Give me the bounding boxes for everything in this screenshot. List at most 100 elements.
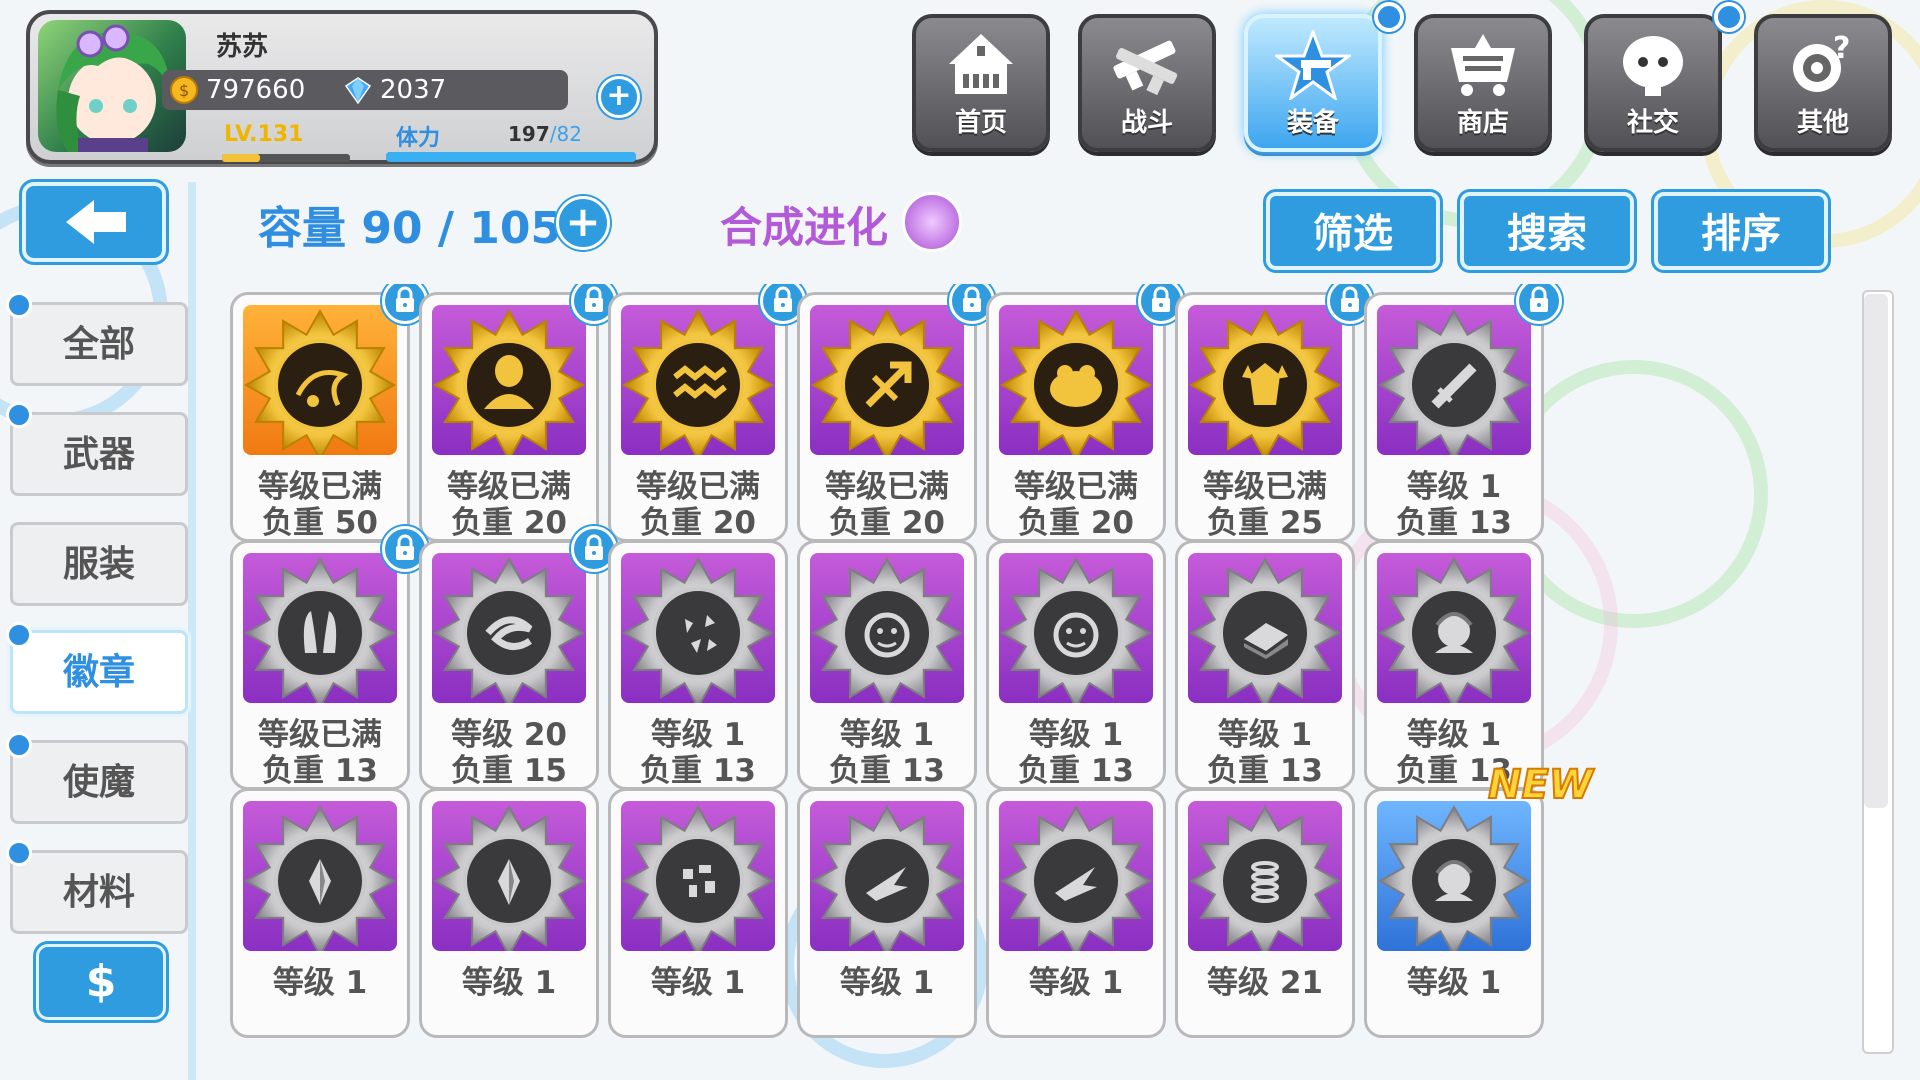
currency-shop-button[interactable]: $ (36, 944, 166, 1020)
grid-scroll-thumb[interactable] (1864, 294, 1888, 808)
badge-card[interactable]: 等级 1 (986, 788, 1166, 1038)
sidebar-notification-dot (6, 732, 32, 758)
badge-emblem-icon (621, 305, 775, 455)
badge-card[interactable]: 等级已满 负重 20 (419, 292, 599, 542)
badge-card[interactable]: 等级 1 负重 13 (797, 540, 977, 790)
sidebar-item-label: 材料 (62, 872, 135, 913)
badge-card[interactable]: 等级 1 (1364, 788, 1544, 1038)
sidebar-item-familiars[interactable]: 使魔 (10, 740, 188, 824)
sidebar-item-weapons[interactable]: 武器 (10, 412, 188, 496)
gem-counter: 2037 (336, 70, 568, 110)
sidebar-item-all[interactable]: 全部 (10, 302, 188, 386)
gem-value: 2037 (380, 75, 447, 105)
nav-equipment-button[interactable]: 装备 (1244, 14, 1382, 152)
badge-grid: 等级已满 负重 50 等级已满 负重 20 等级已满 负重 20 等级已满 负重… (200, 284, 1860, 1080)
badge-card[interactable]: 等级 21 (1175, 788, 1355, 1038)
nav-home-label: 首页 (954, 108, 1007, 138)
badge-card[interactable]: 等级 1 负重 13 (1175, 540, 1355, 790)
star-gun-icon (1272, 27, 1354, 102)
ghost-face-icon (1623, 36, 1683, 96)
badge-emblem-icon (1377, 553, 1531, 703)
badge-card[interactable]: 等级已满 负重 13 (230, 540, 410, 790)
stamina-value: 197/82 (508, 122, 582, 146)
badge-emblem-icon (432, 305, 586, 455)
stamina-label: 体力 (396, 126, 441, 151)
nav-equipment-label: 装备 (1286, 108, 1339, 138)
new-tag: NEW (1487, 761, 1594, 809)
back-button[interactable] (22, 182, 166, 262)
stamina-current: 197 (508, 122, 550, 146)
synthesis-swirl-icon[interactable] (902, 192, 962, 252)
expand-capacity-button[interactable]: + (556, 196, 610, 250)
badge-emblem-icon (243, 553, 397, 703)
badge-card[interactable]: 等级 1 (419, 788, 599, 1038)
nav-shop-button[interactable]: 商店 (1414, 14, 1552, 152)
badge-emblem-icon (243, 305, 397, 455)
nav-battle-label: 战斗 (1120, 108, 1173, 138)
badge-emblem-icon (1188, 553, 1342, 703)
social-notification-dot (1714, 2, 1744, 32)
badge-emblem-icon (1377, 305, 1531, 455)
badge-card[interactable]: 等级 1 (797, 788, 977, 1038)
back-arrow-icon (66, 200, 126, 244)
sort-button[interactable]: 排序 (1654, 192, 1828, 270)
badge-card[interactable]: 等级 20 负重 15 (419, 540, 599, 790)
nav-battle-button[interactable]: 战斗 (1078, 14, 1216, 152)
filter-button[interactable]: 筛选 (1266, 192, 1440, 270)
badge-card[interactable]: 等级 1 负重 13 (1364, 540, 1544, 790)
badge-card[interactable]: 等级 1 (608, 788, 788, 1038)
svg-text:$: $ (179, 81, 189, 100)
badge-card[interactable]: 等级已满 负重 50 (230, 292, 410, 542)
badge-level-text: 等级 1 (1406, 965, 1502, 1001)
badge-weight-text: 负重 13 (1396, 505, 1512, 541)
badge-weight-text: 负重 15 (451, 753, 567, 789)
badge-level-text: 等级 1 (650, 965, 746, 1001)
badge-weight-text: 负重 13 (1018, 753, 1134, 789)
sidebar-item-costumes[interactable]: 服装 (10, 522, 188, 606)
nav-social-label: 社交 (1626, 108, 1679, 138)
lock-icon[interactable] (1516, 284, 1562, 324)
player-level: LV.131 (224, 122, 304, 147)
badge-emblem-icon (810, 801, 964, 951)
badge-weight-text: 负重 50 (262, 505, 378, 541)
sidebar-item-badges[interactable]: 徽章 (10, 630, 188, 714)
player-profile-card[interactable]: 苏苏 $ 797660 2037 + LV.131 体力 197/82 (26, 10, 658, 164)
nav-home-button[interactable]: 首页 (912, 14, 1050, 152)
badge-weight-text: 负重 25 (1207, 505, 1323, 541)
stamina-max: /82 (549, 122, 582, 146)
badge-weight-text: 负重 20 (640, 505, 756, 541)
badge-card[interactable]: 等级已满 负重 25 (1175, 292, 1355, 542)
player-name: 苏苏 (216, 32, 269, 62)
badge-card[interactable]: 等级 1 负重 13 (986, 540, 1166, 790)
badge-weight-text: 负重 13 (829, 753, 945, 789)
badge-emblem-icon (810, 305, 964, 455)
badge-level-text: 等级 1 (1028, 965, 1124, 1001)
badge-weight-text: 负重 20 (1018, 505, 1134, 541)
gold-value: 797660 (206, 75, 306, 105)
badge-level-text: 等级 1 (272, 965, 368, 1001)
nav-other-button[interactable]: ? 其他 (1754, 14, 1892, 152)
nav-shop-label: 商店 (1456, 108, 1509, 138)
badge-card[interactable]: 等级已满 负重 20 (986, 292, 1166, 542)
badge-card[interactable]: 等级 1 负重 13 (1364, 292, 1544, 542)
house-icon (949, 34, 1013, 94)
stamina-bar (386, 152, 636, 162)
badge-emblem-icon (432, 553, 586, 703)
search-button[interactable]: 搜索 (1460, 192, 1634, 270)
badge-level-text: 等级 21 (1207, 965, 1323, 1001)
badge-emblem-icon (999, 801, 1153, 951)
badge-emblem-icon (1188, 305, 1342, 455)
badge-card[interactable]: 等级已满 负重 20 (608, 292, 788, 542)
badge-weight-text: 负重 13 (262, 753, 378, 789)
level-progress-bar (222, 154, 350, 162)
nav-social-button[interactable]: 社交 (1584, 14, 1722, 152)
badge-card[interactable]: 等级 1 负重 13 (608, 540, 788, 790)
badge-card[interactable]: 等级已满 负重 20 (797, 292, 977, 542)
badge-card[interactable]: 等级 1 (230, 788, 410, 1038)
sidebar-notification-dot (6, 622, 32, 648)
badge-level-text: 等级 1 (839, 965, 935, 1001)
add-gems-button[interactable]: + (598, 76, 640, 118)
badge-emblem-icon (810, 553, 964, 703)
synthesis-evolve-link[interactable]: 合成进化 (720, 194, 888, 255)
sidebar-item-materials[interactable]: 材料 (10, 850, 188, 934)
